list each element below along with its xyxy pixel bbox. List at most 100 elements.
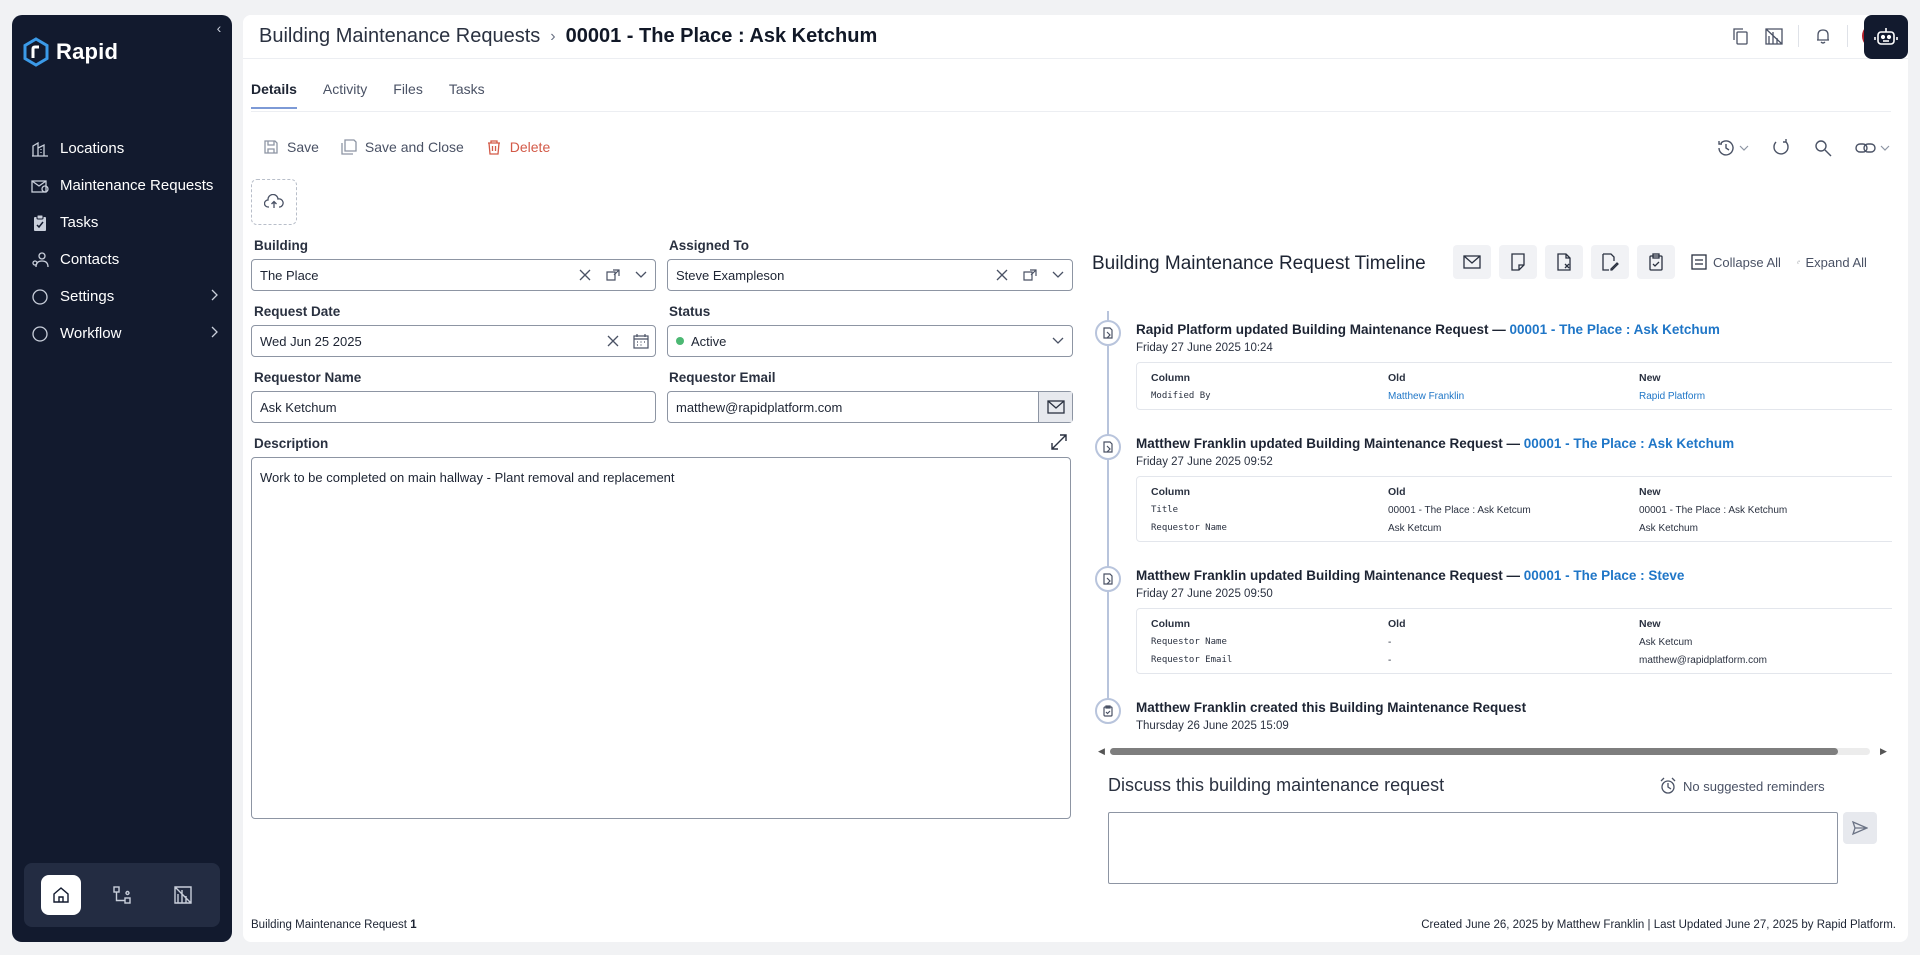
tab-details[interactable]: Details	[251, 81, 297, 109]
scroll-left-icon[interactable]: ◀	[1098, 746, 1105, 757]
chevron-down-icon	[1880, 145, 1890, 151]
refresh-icon	[1773, 139, 1789, 155]
sidebar-item-workflow[interactable]: Workflow	[12, 315, 232, 352]
home-icon	[52, 887, 69, 903]
timeline-task-button[interactable]	[1637, 245, 1675, 279]
link-icon	[1855, 143, 1876, 153]
logo[interactable]: Rapid	[22, 37, 118, 67]
assigned-to-label: Assigned To	[669, 238, 750, 253]
requestor-email-input[interactable]: matthew@rapidplatform.com	[667, 391, 1073, 423]
save-button[interactable]: Save	[263, 139, 319, 155]
timeline-entry-date: Friday 27 June 2025 10:24	[1136, 342, 1273, 354]
clear-icon[interactable]	[571, 269, 599, 281]
expand-icon[interactable]	[1050, 433, 1068, 456]
table-cell: 00001 - The Place : Ask Ketchum	[1639, 504, 1788, 516]
report-icon[interactable]	[1764, 26, 1784, 46]
sidebar-item-tasks[interactable]: Tasks	[12, 204, 232, 241]
table-cell: -	[1388, 636, 1392, 648]
collapse-all-button[interactable]: Collapse All	[1691, 254, 1781, 270]
record-count: Building Maintenance Request 1	[251, 919, 417, 931]
tab-files[interactable]: Files	[393, 81, 423, 109]
assistant-button[interactable]	[1864, 15, 1908, 59]
description-textarea[interactable]: Work to be completed on main hallway - P…	[251, 457, 1071, 819]
record-count-value: 1	[410, 919, 417, 931]
table-cell: Requestor Name	[1151, 523, 1227, 533]
maintenance-icon	[30, 176, 50, 196]
workflow-button[interactable]	[102, 875, 142, 915]
scrollbar-thumb[interactable]	[1110, 748, 1838, 755]
history-button[interactable]	[1716, 138, 1749, 158]
timeline-horizontal-scrollbar[interactable]: ◀ ▶	[1096, 746, 1891, 756]
timeline-record-link[interactable]: 00001 - The Place : Steve	[1524, 568, 1685, 583]
timeline-entry-date: Friday 27 June 2025 09:52	[1136, 456, 1273, 468]
sidebar-item-maintenance-requests[interactable]: Maintenance Requests	[12, 167, 232, 204]
status-indicator	[676, 337, 684, 345]
clear-icon[interactable]	[988, 269, 1016, 281]
timeline-note-button[interactable]	[1499, 245, 1537, 279]
app-name: Rapid	[56, 39, 119, 64]
column-header: Column	[1151, 486, 1191, 498]
status-select[interactable]: Active	[667, 325, 1073, 357]
divider	[1847, 25, 1848, 47]
sidebar-item-label: Maintenance Requests	[60, 177, 214, 194]
flow-icon	[113, 886, 131, 904]
user-link[interactable]: Rapid Platform	[1639, 391, 1892, 402]
chevron-down-icon[interactable]	[1044, 271, 1072, 279]
building-field[interactable]: The Place	[251, 259, 656, 291]
dashboard-button[interactable]	[163, 875, 203, 915]
collapse-sidebar-icon[interactable]: ‹	[212, 21, 226, 35]
sidebar-item-locations[interactable]: Locations	[12, 130, 232, 167]
send-button[interactable]	[1843, 812, 1877, 844]
table-cell: Ask Ketcum	[1639, 636, 1693, 648]
search-button[interactable]	[1813, 138, 1833, 158]
timeline-entry-date: Thursday 26 June 2025 15:09	[1136, 720, 1289, 732]
calendar-icon[interactable]	[627, 333, 655, 349]
bell-icon[interactable]	[1813, 26, 1833, 46]
expand-all-label: Expand All	[1805, 254, 1867, 270]
scroll-right-icon[interactable]: ▶	[1880, 746, 1887, 757]
building-value: The Place	[260, 267, 319, 283]
refresh-button[interactable]	[1771, 138, 1791, 158]
reminders-button[interactable]: No suggested reminders	[1659, 777, 1825, 795]
chevron-right-icon: ›	[550, 27, 556, 45]
request-date-field[interactable]: Wed Jun 25 2025	[251, 325, 656, 357]
home-button[interactable]	[40, 875, 81, 915]
update-icon	[1095, 434, 1121, 460]
open-record-icon[interactable]	[599, 269, 627, 281]
clear-icon[interactable]	[599, 335, 627, 347]
table-cell: Requestor Name	[1151, 637, 1227, 647]
requestor-name-input[interactable]: Ask Ketchum	[251, 391, 656, 423]
chevron-down-icon[interactable]	[1044, 337, 1072, 345]
sidebar-item-settings[interactable]: Settings	[12, 278, 232, 315]
table-row: Title 00001 - The Place : Ask Ketcum 000…	[1137, 501, 1892, 519]
tab-tasks[interactable]: Tasks	[449, 81, 485, 109]
delete-button[interactable]: Delete	[486, 139, 550, 155]
table-header: Column Old New	[1137, 483, 1892, 501]
sidebar-item-contacts[interactable]: Contacts	[12, 241, 232, 278]
expand-all-button[interactable]: Expand All	[1796, 254, 1867, 270]
alarm-clock-icon	[1660, 777, 1676, 794]
timeline-email-button[interactable]	[1453, 245, 1491, 279]
timeline-edit-button[interactable]	[1591, 245, 1629, 279]
tab-activity[interactable]: Activity	[323, 81, 367, 109]
copy-icon[interactable]	[1730, 26, 1750, 46]
link-button[interactable]	[1855, 138, 1890, 158]
breadcrumb-parent-link[interactable]: Building Maintenance Requests	[259, 25, 540, 48]
send-email-button[interactable]	[1038, 392, 1072, 422]
open-record-icon[interactable]	[1016, 269, 1044, 281]
discuss-input[interactable]	[1108, 812, 1838, 884]
upload-button[interactable]	[251, 179, 297, 225]
timeline-entry-text: Matthew Franklin created this Building M…	[1136, 700, 1527, 715]
building-label: Building	[254, 238, 308, 253]
chevron-down-icon[interactable]	[627, 271, 655, 279]
timeline-file-button[interactable]	[1545, 245, 1583, 279]
column-header: Column	[1151, 372, 1191, 384]
table-row: Requestor Name Ask Ketcum Ask Ketchum	[1137, 519, 1892, 537]
audit-info: Created June 26, 2025 by Matthew Frankli…	[1421, 919, 1896, 931]
assigned-to-field[interactable]: Steve Exampleson	[667, 259, 1073, 291]
timeline-record-link[interactable]: 00001 - The Place : Ask Ketchum	[1524, 436, 1734, 451]
save-and-close-button[interactable]: Save and Close	[341, 139, 464, 155]
user-link[interactable]: Matthew Franklin	[1388, 391, 1639, 402]
timeline-actions: Collapse All Expand All	[1453, 245, 1867, 279]
timeline-record-link[interactable]: 00001 - The Place : Ask Ketchum	[1510, 322, 1720, 337]
